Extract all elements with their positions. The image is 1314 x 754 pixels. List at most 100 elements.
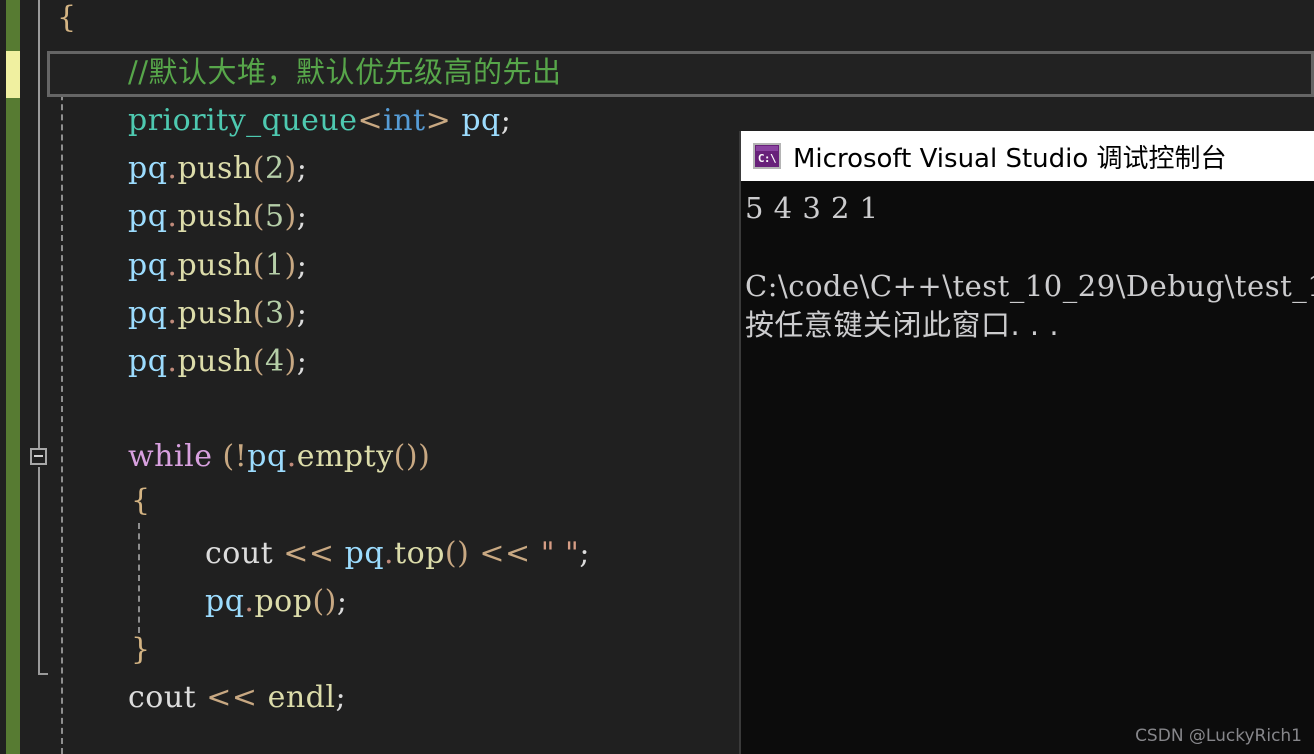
indent-guide-level-2b [138, 523, 140, 633]
outlining-structure-line-foot [38, 673, 48, 675]
code-token: () [312, 584, 337, 619]
code-token: { [57, 0, 77, 35]
code-token: ; [335, 680, 347, 715]
code-token: ) [418, 439, 431, 474]
code-token: empty [296, 439, 394, 474]
code-token: << [273, 536, 345, 571]
code-token: //默认大堆，默认优先级高的先出 [128, 55, 562, 89]
code-token: pq [461, 103, 501, 138]
code-token: top [394, 536, 445, 571]
code-line-1[interactable]: { [57, 1, 77, 35]
change-bar-unsaved [6, 51, 20, 98]
code-token: > [425, 103, 452, 138]
code-token: ; [296, 248, 308, 283]
code-line-10[interactable]: while (!pq.empty()) [128, 440, 430, 474]
code-token: priority_queue [128, 103, 358, 138]
code-token: ) [284, 199, 297, 234]
code-token: " " [540, 536, 580, 571]
code-token: ( [252, 344, 265, 379]
code-token: pq [128, 199, 168, 234]
console-output-prompt: 按任意键关闭此窗口. . . [745, 308, 1060, 342]
code-token: . [167, 199, 178, 234]
code-token: ; [296, 151, 308, 186]
code-line-12[interactable]: cout << pq.top() << " "; [205, 537, 590, 571]
code-token: << [469, 536, 541, 571]
code-line-7[interactable]: pq.push(3); [128, 297, 307, 331]
code-token: . [167, 344, 178, 379]
code-token: ; [336, 584, 348, 619]
code-token: << [196, 680, 268, 715]
code-token: ( [252, 296, 265, 331]
code-token: ; [500, 103, 512, 138]
console-window-title: Microsoft Visual Studio 调试控制台 [793, 143, 1227, 174]
console-output-line: 5 4 3 2 1 [745, 191, 879, 225]
code-line-6[interactable]: pq.push(1); [128, 249, 307, 283]
code-token: pq [128, 151, 168, 186]
code-line-2[interactable]: //默认大堆，默认优先级高的先出 [128, 55, 562, 89]
code-token: { [131, 483, 151, 518]
indent-guide-level-1 [61, 54, 63, 754]
code-token: ; [296, 296, 308, 331]
change-bar-saved-top [6, 0, 20, 51]
code-line-14[interactable]: } [131, 633, 151, 667]
code-token: ) [284, 151, 297, 186]
code-line-13[interactable]: pq.pop(); [205, 585, 347, 619]
debug-console-window[interactable]: C:\ Microsoft Visual Studio 调试控制台 5 4 3 … [739, 131, 1314, 754]
outlining-structure-line-top [38, 0, 40, 448]
code-token: 1 [264, 248, 285, 283]
code-token: ( [252, 248, 265, 283]
code-token: push [177, 296, 253, 331]
code-token: push [177, 199, 253, 234]
code-token: . [167, 248, 178, 283]
code-token: ( [252, 199, 265, 234]
code-token: cout [205, 536, 274, 571]
code-token: 2 [264, 151, 285, 186]
console-output-path: C:\code\C++\test_10_29\Debug\test_10 [745, 269, 1314, 303]
vs-debug-console-icon: C:\ [753, 143, 781, 169]
code-token: pq [247, 439, 287, 474]
code-token: pq [344, 536, 385, 571]
code-token: pop [254, 584, 313, 619]
code-token: ; [296, 199, 308, 234]
collapse-region-button[interactable] [30, 448, 47, 465]
code-token: } [131, 632, 151, 667]
code-line-4[interactable]: pq.push(2); [128, 152, 307, 186]
code-token: < [357, 103, 384, 138]
code-token: 3 [264, 296, 285, 331]
code-token: . [286, 439, 297, 474]
code-token: cout [128, 680, 197, 715]
code-token: . [244, 584, 255, 619]
code-line-5[interactable]: pq.push(5); [128, 200, 307, 234]
code-token: ( [212, 439, 235, 474]
code-token: 4 [264, 344, 285, 379]
code-token: ! [234, 439, 248, 474]
outlining-structure-line-bottom [38, 467, 40, 675]
code-token: . [167, 151, 178, 186]
code-token: ) [284, 248, 297, 283]
console-titlebar[interactable]: C:\ Microsoft Visual Studio 调试控制台 [741, 131, 1314, 181]
watermark: CSDN @LuckyRich1 [1135, 726, 1302, 746]
console-icon-glyph: C:\ [757, 152, 777, 165]
code-token: . [167, 296, 178, 331]
code-token: ; [296, 344, 308, 379]
code-line-3[interactable]: priority_queue<int> pq; [128, 104, 511, 138]
code-token: ; [579, 536, 590, 571]
code-line-11[interactable]: { [131, 484, 151, 518]
code-token: . [384, 536, 395, 571]
code-token: ) [284, 344, 297, 379]
code-token: int [383, 103, 426, 138]
change-bar-saved-bottom [6, 98, 20, 754]
code-token: 5 [264, 199, 285, 234]
code-token: ( [252, 151, 265, 186]
code-token: pq [205, 584, 245, 619]
code-token: push [177, 248, 253, 283]
console-output-area[interactable]: 5 4 3 2 1 C:\code\C++\test_10_29\Debug\t… [741, 181, 1314, 752]
code-token: () [393, 439, 419, 474]
code-token: pq [128, 296, 168, 331]
code-token: pq [128, 344, 168, 379]
code-line-8[interactable]: pq.push(4); [128, 345, 307, 379]
code-token: push [177, 344, 253, 379]
code-line-15[interactable]: cout << endl; [128, 681, 346, 715]
console-output-blank [745, 228, 1314, 267]
